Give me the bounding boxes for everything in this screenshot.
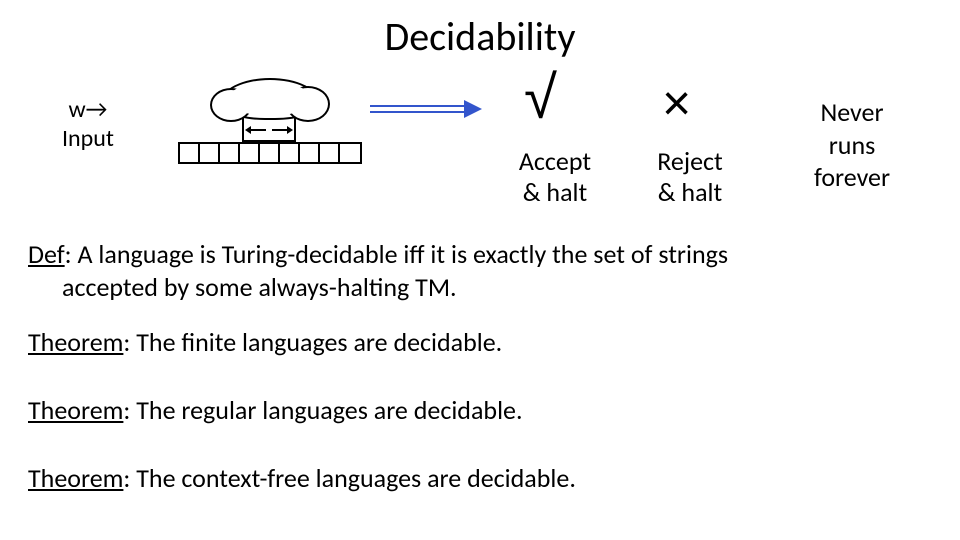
def-line1: : A language is Turing-decidable iff it … xyxy=(65,238,728,270)
accept-label: Accept& halt xyxy=(496,146,614,208)
tape xyxy=(178,142,362,164)
theorem-prefix: Theorem xyxy=(28,462,123,494)
accept-checkmark-icon: √ xyxy=(524,68,557,128)
theorem-text: : The context-free languages are decidab… xyxy=(123,462,575,494)
theorem-prefix: Theorem xyxy=(28,394,123,426)
theorem-prefix: Theorem xyxy=(28,326,123,358)
reject-cross-icon: × xyxy=(662,78,691,128)
reject-label: Reject& halt xyxy=(636,146,744,208)
turing-machine-diagram xyxy=(178,78,358,198)
slide: Decidability w→Input √ Accept& halt × Re… xyxy=(0,0,960,540)
slide-title: Decidability xyxy=(0,12,960,61)
def-prefix: Def xyxy=(28,238,65,270)
input-label: w→Input xyxy=(62,96,114,154)
theorem-2: Theorem: The regular languages are decid… xyxy=(28,394,523,427)
theorem-1: Theorem: The finite languages are decida… xyxy=(28,326,502,359)
def-line2: accepted by some always-halting TM. xyxy=(28,271,928,304)
head-arrows-icon xyxy=(244,126,294,140)
theorem-text: : The regular languages are decidable. xyxy=(123,394,522,426)
theorem-3: Theorem: The context-free languages are … xyxy=(28,462,576,495)
arrow-icon xyxy=(370,102,480,116)
theorem-text: : The finite languages are decidable. xyxy=(123,326,502,358)
never-label: Neverrunsforever xyxy=(790,96,914,194)
definition-text: Def: A language is Turing-decidable iff … xyxy=(28,238,928,303)
